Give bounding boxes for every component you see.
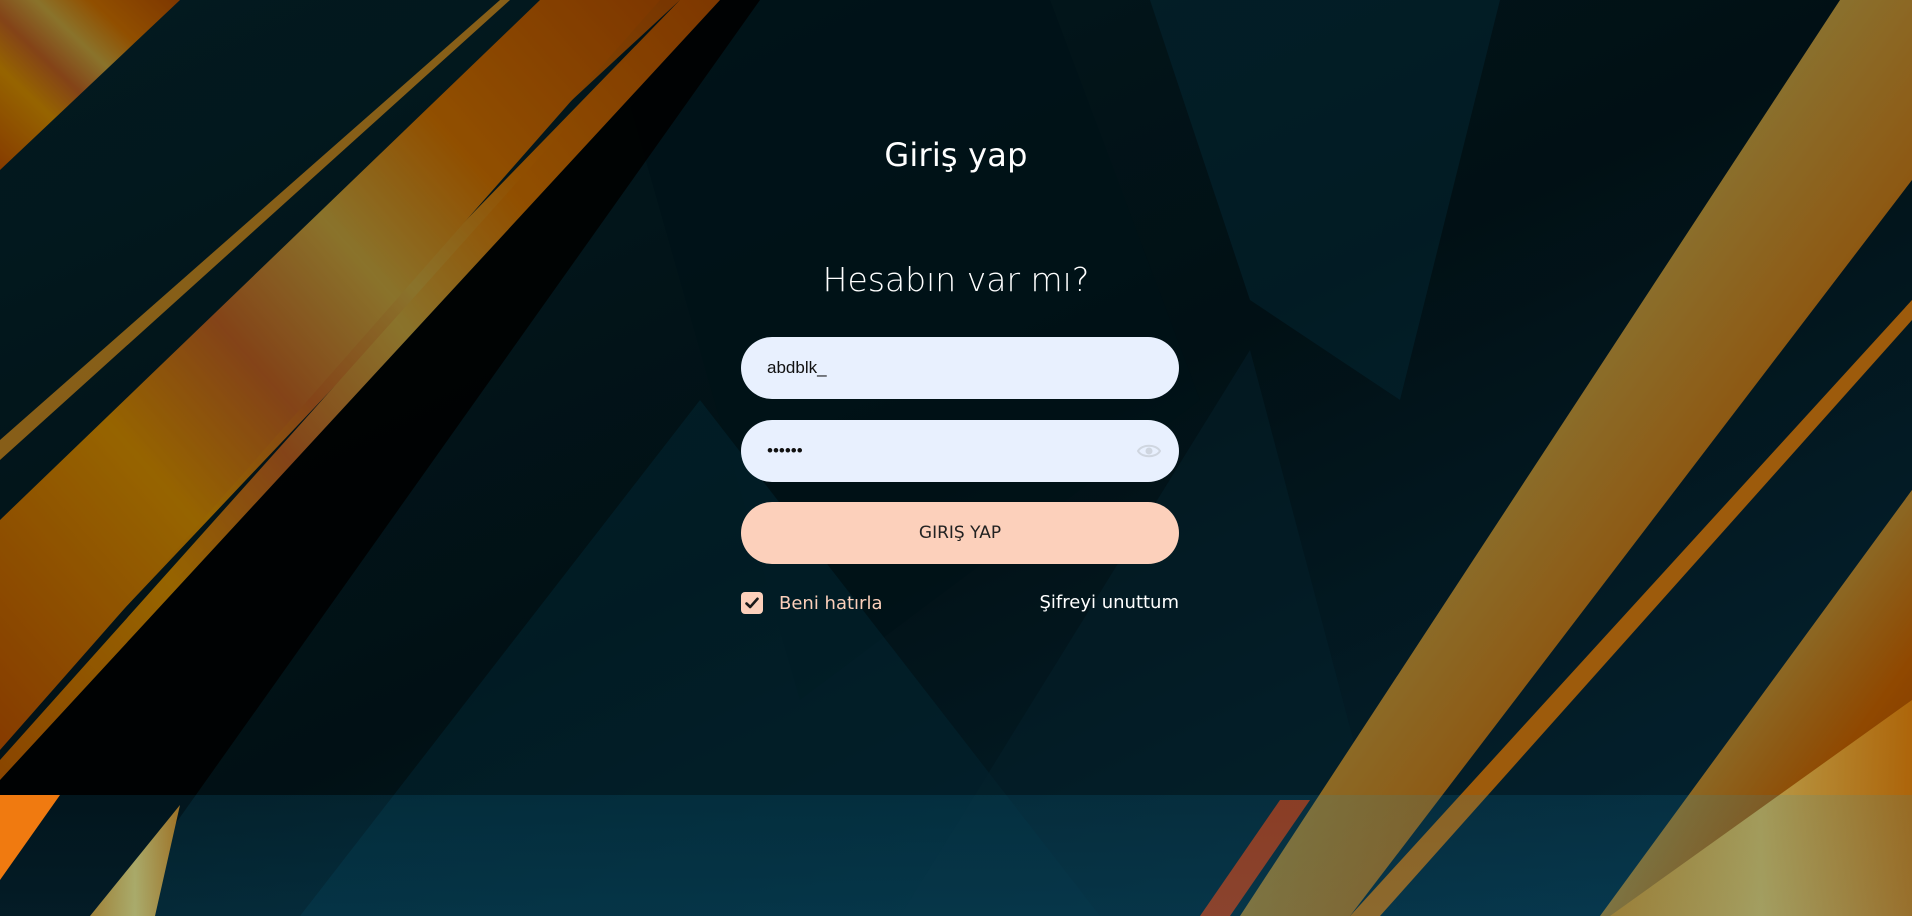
eye-icon[interactable]: [1137, 442, 1161, 460]
form-subtitle: Hesabın var mı?: [822, 260, 1090, 299]
remember-label: Beni hatırla: [779, 592, 883, 614]
remember-checkbox[interactable]: [741, 592, 763, 614]
password-input[interactable]: [767, 420, 1127, 482]
username-input[interactable]: [767, 337, 1127, 399]
username-field[interactable]: [741, 337, 1179, 399]
forgot-password-link[interactable]: Şifreyi unuttum: [1040, 592, 1180, 613]
page-title: Giriş yap: [884, 136, 1028, 174]
login-button[interactable]: GIRIŞ YAP: [741, 502, 1179, 564]
login-page: Giriş yap Hesabın var mı? GIRIŞ YAP Beni…: [0, 0, 1912, 916]
check-icon: [745, 597, 759, 609]
password-field[interactable]: [741, 420, 1179, 482]
remember-me[interactable]: Beni hatırla: [741, 591, 882, 615]
